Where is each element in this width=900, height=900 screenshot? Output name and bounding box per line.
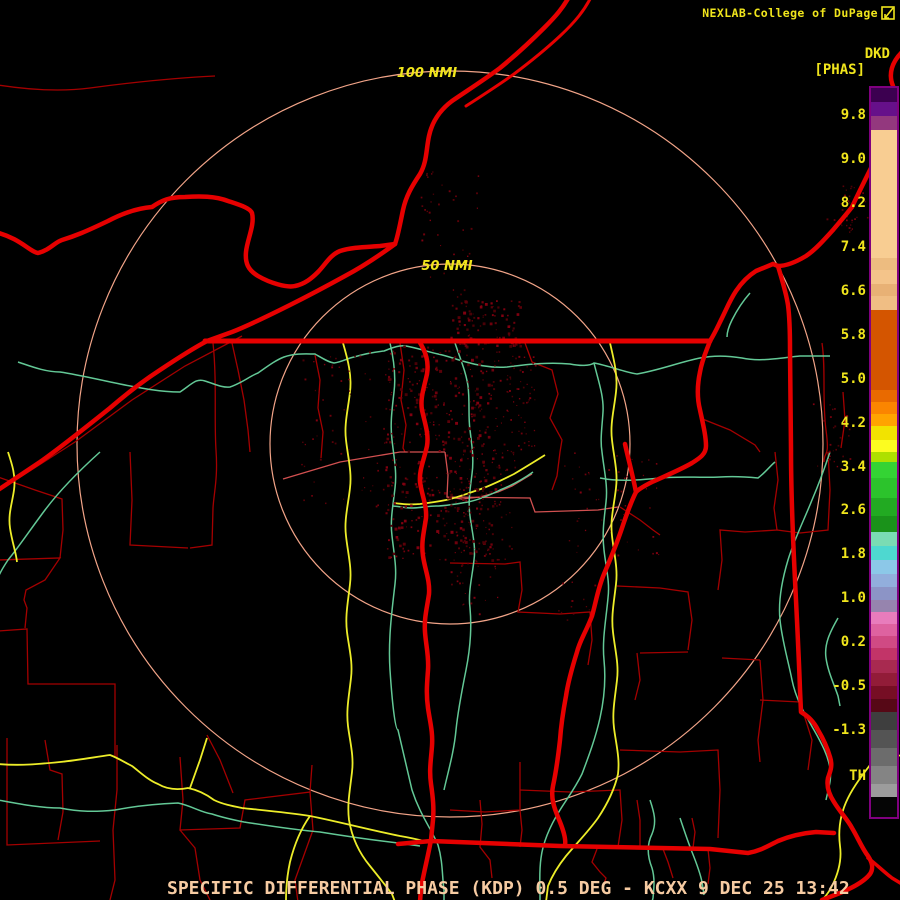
color-scale-band: [871, 452, 897, 462]
color-scale-tick-label: 9.8: [840, 107, 866, 123]
range-rings: [76, 70, 824, 818]
color-scale-band: [871, 699, 897, 712]
units-label: [PHAS]: [814, 62, 865, 78]
color-scale-band: [871, 730, 897, 748]
range-ring-50nmi: [269, 263, 631, 625]
color-scale-band: [871, 462, 897, 478]
cod-weather-flag-icon[interactable]: [881, 6, 895, 20]
color-scale-tick-label: 8.2: [840, 195, 866, 211]
color-scale-band: [871, 88, 897, 102]
color-scale-band: [871, 102, 897, 116]
rivers: [0, 292, 841, 900]
color-scale-band: [871, 516, 897, 532]
color-scale-tick-label: -1.3: [832, 722, 866, 738]
color-scale-tick-label: 5.8: [840, 327, 866, 343]
color-scale-bar: [869, 86, 899, 819]
color-scale-band: [871, 116, 897, 130]
color-scale-band: [871, 712, 897, 730]
color-scale-band: [871, 784, 897, 797]
ring-label-100nmi: 100 NMI: [397, 66, 457, 81]
color-scale-band: [871, 574, 897, 587]
color-scale-tick-label: 5.0: [840, 371, 866, 387]
color-scale-tick-label: 9.0: [840, 151, 866, 167]
color-scale-tick-label: 1.8: [840, 546, 866, 562]
color-scale-band: [871, 766, 897, 784]
color-scale-band: [871, 478, 897, 498]
color-scale-band: [871, 673, 897, 686]
radar-map[interactable]: 100 NMI 50 NMI: [0, 0, 900, 900]
color-scale-band: [871, 612, 897, 624]
color-scale-band: [871, 546, 897, 560]
color-scale-band: [871, 498, 897, 516]
color-scale-tick-label: 3.4: [840, 459, 866, 475]
secondary-borders: [282, 451, 619, 513]
color-scale-band: [871, 600, 897, 612]
color-scale-band: [871, 296, 897, 310]
color-scale-band: [871, 414, 897, 426]
color-scale-band: [871, 310, 897, 390]
color-scale-tick-label: 4.2: [840, 415, 866, 431]
color-scale-band: [871, 532, 897, 546]
product-code-label: DKD: [864, 46, 890, 62]
color-scale-band: [871, 636, 897, 648]
color-scale-tick-label: 1.0: [840, 590, 866, 606]
color-scale-band: [871, 797, 897, 817]
color-scale-tick-label: 0.2: [840, 634, 866, 650]
color-scale-band: [871, 390, 897, 402]
color-scale-band: [871, 284, 897, 296]
radar-viewer-screen: 100 NMI 50 NMI NEXLAB-College of DuPage …: [0, 0, 900, 900]
color-scale-tick-label: 2.6: [840, 502, 866, 518]
color-scale-band: [871, 587, 897, 600]
color-scale-band: [871, 560, 897, 574]
range-ring-100nmi: [76, 70, 824, 818]
color-scale-band: [871, 686, 897, 699]
color-scale-band: [871, 270, 897, 284]
color-scale-band: [871, 440, 897, 452]
color-scale-band: [871, 426, 897, 440]
color-scale-tick-label: -0.5: [832, 678, 866, 694]
radar-echo-core: [428, 314, 480, 548]
color-scale-band: [871, 130, 897, 258]
color-scale-tick-label: 7.4: [840, 239, 866, 255]
ring-label-50nmi: 50 NMI: [421, 259, 472, 274]
color-scale-band: [871, 660, 897, 673]
color-scale-band: [871, 748, 897, 766]
color-scale-band: [871, 258, 897, 270]
color-scale-band: [871, 648, 897, 660]
color-scale-tick-label: TH: [849, 768, 866, 784]
product-caption: SPECIFIC DIFFERENTIAL PHASE (KDP) 0.5 DE…: [167, 878, 850, 899]
app-title: NEXLAB-College of DuPage: [702, 6, 878, 20]
color-scale-band: [871, 402, 897, 414]
color-scale-tick-label: 6.6: [840, 283, 866, 299]
color-scale-band: [871, 624, 897, 636]
